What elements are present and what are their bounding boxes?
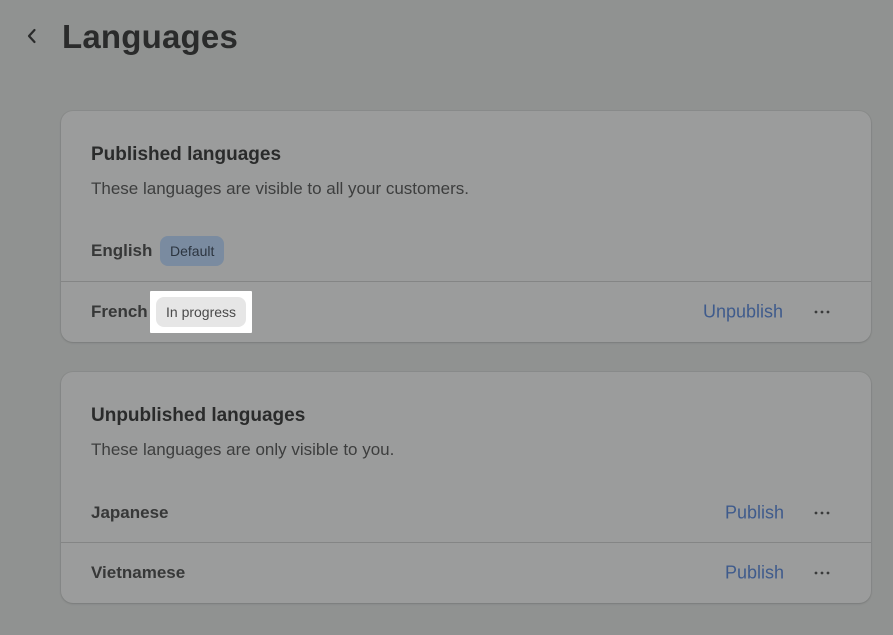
publish-link[interactable]: Publish xyxy=(725,503,784,524)
more-actions-button[interactable] xyxy=(811,502,833,524)
published-languages-card: Published languages These languages are … xyxy=(61,111,871,342)
card-title: Unpublished languages xyxy=(91,405,306,426)
page-header: Languages xyxy=(0,0,893,80)
more-actions-button[interactable] xyxy=(811,301,833,323)
card-title: Published languages xyxy=(91,144,282,165)
unpublished-languages-card: Unpublished languages These languages ar… xyxy=(61,372,871,603)
language-name: French xyxy=(91,301,148,321)
ellipsis-horizontal-icon xyxy=(814,571,830,574)
in-progress-badge: In progress xyxy=(156,296,247,327)
language-row-vietnamese: Vietnamese Publish xyxy=(61,542,871,602)
language-name: Japanese xyxy=(91,503,169,522)
card-subtitle: These languages are visible to all your … xyxy=(91,179,469,198)
unpublish-link[interactable]: Unpublish xyxy=(703,301,783,322)
back-button[interactable] xyxy=(20,22,44,50)
language-name: English xyxy=(91,241,153,260)
publish-link[interactable]: Publish xyxy=(725,562,784,583)
language-row-french: French In progress Unpublish xyxy=(61,281,871,341)
chevron-left-icon xyxy=(27,28,36,44)
ellipsis-horizontal-icon xyxy=(814,511,830,515)
default-badge: Default xyxy=(160,236,225,266)
card-subtitle: These languages are only visible to you. xyxy=(91,440,395,459)
page: Languages Published languages These lang… xyxy=(0,0,893,635)
language-row-japanese: Japanese Publish xyxy=(61,483,871,543)
page-title: Languages xyxy=(62,18,239,55)
language-row-english: English Default xyxy=(61,221,871,281)
more-actions-button[interactable] xyxy=(811,562,833,584)
status-badge-highlight: In progress xyxy=(150,290,253,333)
language-name: Vietnamese xyxy=(91,562,186,582)
ellipsis-horizontal-icon xyxy=(814,310,830,313)
